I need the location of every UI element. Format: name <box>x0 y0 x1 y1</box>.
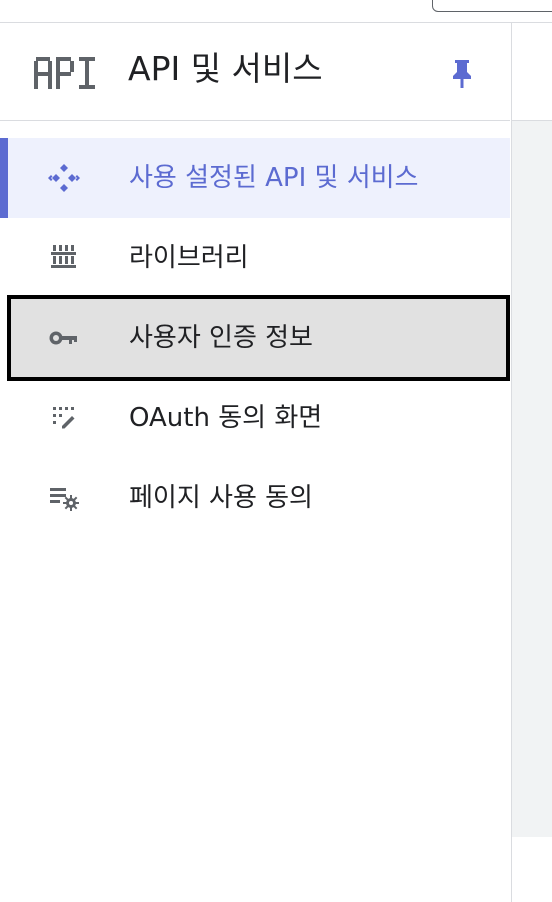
sidebar-header: API 및 서비스 <box>0 23 510 121</box>
sidebar-item-label: OAuth 동의 화면 <box>129 403 323 433</box>
library-icon <box>51 245 76 268</box>
sidebar-item-oauth-consent[interactable]: OAuth 동의 화면 <box>0 378 510 458</box>
content-body <box>512 121 552 837</box>
sidebar-item-enabled-apis[interactable]: 사용 설정된 API 및 서비스 <box>0 138 510 218</box>
sidebar: API 및 서비스 사용 설정된 API 및 서비스 라이브러리 사용자 인증 … <box>0 23 510 902</box>
key-icon <box>49 331 77 345</box>
sidebar-item-page-usage-consent[interactable]: 페이지 사용 동의 <box>0 458 510 538</box>
page: API 및 서비스 사용 설정된 API 및 서비스 라이브러리 사용자 인증 … <box>0 0 552 902</box>
search-box-edge[interactable] <box>432 0 552 12</box>
sidebar-item-library[interactable]: 라이브러리 <box>0 218 510 298</box>
page-title: API 및 서비스 <box>128 49 323 88</box>
sidebar-item-label: 사용 설정된 API 및 서비스 <box>129 163 419 193</box>
top-bar <box>0 0 552 23</box>
oauth-consent-icon <box>53 407 75 429</box>
api-logo-icon <box>34 57 95 89</box>
pin-icon[interactable] <box>449 58 475 90</box>
sidebar-item-label: 사용자 인증 정보 <box>129 323 313 353</box>
sidebar-nav: 사용 설정된 API 및 서비스 라이브러리 사용자 인증 정보 OAuth 동… <box>0 138 510 538</box>
sidebar-item-label: 라이브러리 <box>129 243 249 273</box>
content-panel <box>511 23 552 902</box>
api-diamond-icon <box>48 164 80 192</box>
sidebar-item-label: 페이지 사용 동의 <box>129 483 313 513</box>
content-header <box>512 23 552 121</box>
sidebar-item-credentials[interactable]: 사용자 인증 정보 <box>7 295 510 381</box>
page-usage-settings-icon <box>50 488 79 511</box>
